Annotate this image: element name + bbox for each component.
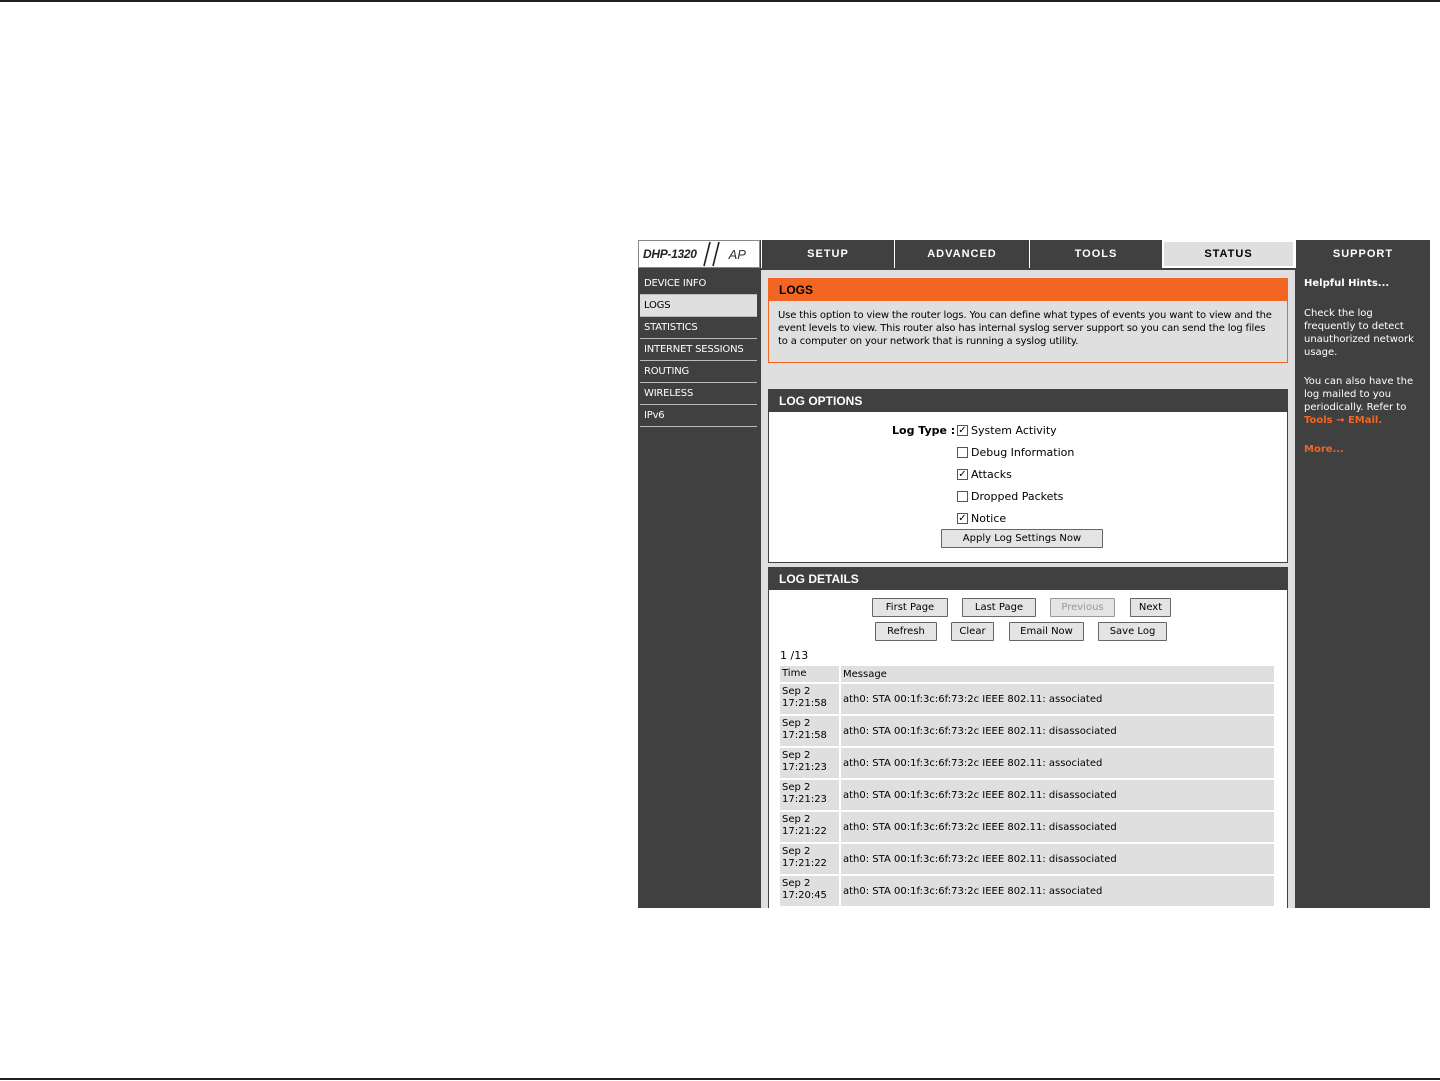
log-options-title: LOG OPTIONS bbox=[769, 390, 1287, 412]
save-log-button[interactable]: Save Log bbox=[1098, 622, 1167, 641]
next-button[interactable]: Next bbox=[1130, 598, 1171, 617]
log-options-section: LOG OPTIONS Log Type : ✓ System Activity… bbox=[768, 389, 1288, 563]
logs-section-title: LOGS bbox=[769, 279, 1287, 301]
checkbox-attacks[interactable]: ✓ bbox=[957, 469, 968, 480]
log-details-title: LOG DETAILS bbox=[769, 568, 1287, 590]
log-message-cell: ath0: STA 00:1f:3c:6f:73:2c IEEE 802.11:… bbox=[841, 684, 1274, 714]
tab-support[interactable]: SUPPORT bbox=[1295, 240, 1430, 268]
log-message-cell: ath0: STA 00:1f:3c:6f:73:2c IEEE 802.11:… bbox=[841, 716, 1274, 746]
previous-button[interactable]: Previous bbox=[1050, 598, 1115, 617]
column-header-time: Time bbox=[780, 666, 839, 682]
log-details-section: LOG DETAILS First Page Last Page Previou… bbox=[768, 567, 1288, 908]
page-counter: 1 /13 bbox=[780, 649, 809, 662]
option-dropped-packets[interactable]: Dropped Packets bbox=[957, 490, 1063, 503]
checkbox-system-activity[interactable]: ✓ bbox=[957, 425, 968, 436]
product-logo: DHP-1320 AP bbox=[638, 240, 760, 268]
sidebar-item-statistics[interactable]: STATISTICS bbox=[640, 317, 757, 339]
table-row: Sep 2 17:21:58 ath0: STA 00:1f:3c:6f:73:2… bbox=[780, 716, 1274, 748]
option-debug-information[interactable]: Debug Information bbox=[957, 446, 1074, 459]
log-time-cell: Sep 2 17:20:45 bbox=[780, 876, 839, 906]
logo-model-text: DHP-1320 bbox=[643, 247, 697, 261]
last-page-button[interactable]: Last Page bbox=[962, 598, 1036, 617]
hints-title: Helpful Hints... bbox=[1304, 278, 1390, 289]
log-time-cell: Sep 2 17:21:22 bbox=[780, 844, 839, 874]
sidebar-item-ipv6[interactable]: IPv6 bbox=[640, 405, 757, 427]
checkbox-dropped-packets[interactable] bbox=[957, 491, 968, 502]
more-link[interactable]: More... bbox=[1304, 443, 1423, 456]
logs-description: Use this option to view the router logs.… bbox=[778, 310, 1272, 347]
option-label: Notice bbox=[971, 512, 1007, 525]
logo-suffix-text: AP bbox=[728, 246, 746, 262]
log-message-cell: ath0: STA 00:1f:3c:6f:73:2c IEEE 802.11:… bbox=[841, 876, 1274, 906]
first-page-button[interactable]: First Page bbox=[872, 598, 948, 617]
table-row: Sep 2 17:21:22 ath0: STA 00:1f:3c:6f:73:2… bbox=[780, 812, 1274, 844]
log-table: Time Message Sep 2 17:21:58 ath0: STA 00:… bbox=[780, 666, 1274, 908]
checkbox-notice[interactable]: ✓ bbox=[957, 513, 968, 524]
hint-email-text: You can also have the log mailed to you … bbox=[1304, 376, 1414, 413]
log-time-cell: Sep 2 17:21:23 bbox=[780, 748, 839, 778]
tab-tools[interactable]: TOOLS bbox=[1029, 240, 1162, 268]
page-bottom-rule bbox=[0, 1078, 1440, 1080]
option-attacks[interactable]: ✓ Attacks bbox=[957, 468, 1012, 481]
option-label: Attacks bbox=[971, 468, 1012, 481]
checkbox-debug-information[interactable] bbox=[957, 447, 968, 458]
log-time-cell: Sep 2 17:21:58 bbox=[780, 716, 839, 746]
apply-log-settings-button[interactable]: Apply Log Settings Now bbox=[941, 529, 1103, 548]
option-system-activity[interactable]: ✓ System Activity bbox=[957, 424, 1057, 437]
option-label: Debug Information bbox=[971, 446, 1075, 459]
page-top-rule bbox=[0, 0, 1440, 2]
table-header-row: Time Message bbox=[780, 666, 1274, 684]
log-type-label: Log Type : bbox=[892, 424, 956, 437]
table-row: Sep 2 17:20:45 ath0: STA 00:1f:3c:6f:73:2… bbox=[780, 876, 1274, 908]
option-label: System Activity bbox=[971, 424, 1057, 437]
log-message-cell: ath0: STA 00:1f:3c:6f:73:2c IEEE 802.11:… bbox=[841, 812, 1274, 842]
sidebar-item-logs[interactable]: LOGS bbox=[640, 295, 757, 317]
refresh-button[interactable]: Refresh bbox=[875, 622, 937, 641]
table-row: Sep 2 17:21:23 ath0: STA 00:1f:3c:6f:73:2… bbox=[780, 748, 1274, 780]
logo-slash-icon bbox=[702, 241, 720, 267]
table-row: Sep 2 17:21:22 ath0: STA 00:1f:3c:6f:73:2… bbox=[780, 844, 1274, 876]
log-time-cell: Sep 2 17:21:23 bbox=[780, 780, 839, 810]
hint-check-log: Check the log frequently to detect unaut… bbox=[1304, 308, 1414, 358]
logs-section: LOGS Use this option to view the router … bbox=[768, 278, 1288, 363]
sidebar-item-wireless[interactable]: WIRELESS bbox=[640, 383, 757, 405]
log-message-cell: ath0: STA 00:1f:3c:6f:73:2c IEEE 802.11:… bbox=[841, 844, 1274, 874]
tab-status[interactable]: STATUS bbox=[1162, 240, 1295, 268]
tools-email-link[interactable]: Tools → EMail. bbox=[1304, 415, 1382, 426]
sidebar-item-routing[interactable]: ROUTING bbox=[640, 361, 757, 383]
table-row: Sep 2 17:21:58 ath0: STA 00:1f:3c:6f:73:2… bbox=[780, 684, 1274, 716]
hint-email-log: You can also have the log mailed to you … bbox=[1304, 375, 1423, 427]
tab-advanced[interactable]: ADVANCED bbox=[894, 240, 1029, 268]
clear-button[interactable]: Clear bbox=[951, 622, 994, 641]
sidebar-item-device-info[interactable]: DEVICE INFO bbox=[640, 273, 757, 295]
router-ui-screenshot: DHP-1320 AP SETUP ADVANCED TOOLS STATUS … bbox=[638, 240, 1430, 908]
log-time-cell: Sep 2 17:21:22 bbox=[780, 812, 839, 842]
table-row: Sep 2 17:21:23 ath0: STA 00:1f:3c:6f:73:2… bbox=[780, 780, 1274, 812]
helpful-hints-panel: Helpful Hints... Check the log frequentl… bbox=[1297, 270, 1430, 908]
option-label: Dropped Packets bbox=[971, 490, 1064, 503]
log-message-cell: ath0: STA 00:1f:3c:6f:73:2c IEEE 802.11:… bbox=[841, 748, 1274, 778]
option-notice[interactable]: ✓ Notice bbox=[957, 512, 1006, 525]
sidebar-item-internet-sessions[interactable]: INTERNET SESSIONS bbox=[640, 339, 757, 361]
column-header-message: Message bbox=[841, 666, 1274, 682]
log-message-cell: ath0: STA 00:1f:3c:6f:73:2c IEEE 802.11:… bbox=[841, 780, 1274, 810]
log-time-cell: Sep 2 17:21:58 bbox=[780, 684, 839, 714]
email-now-button[interactable]: Email Now bbox=[1009, 622, 1084, 641]
sidebar: DEVICE INFO LOGS STATISTICS INTERNET SES… bbox=[638, 270, 759, 908]
tab-setup[interactable]: SETUP bbox=[761, 240, 894, 268]
main-content: LOGS Use this option to view the router … bbox=[761, 270, 1295, 908]
